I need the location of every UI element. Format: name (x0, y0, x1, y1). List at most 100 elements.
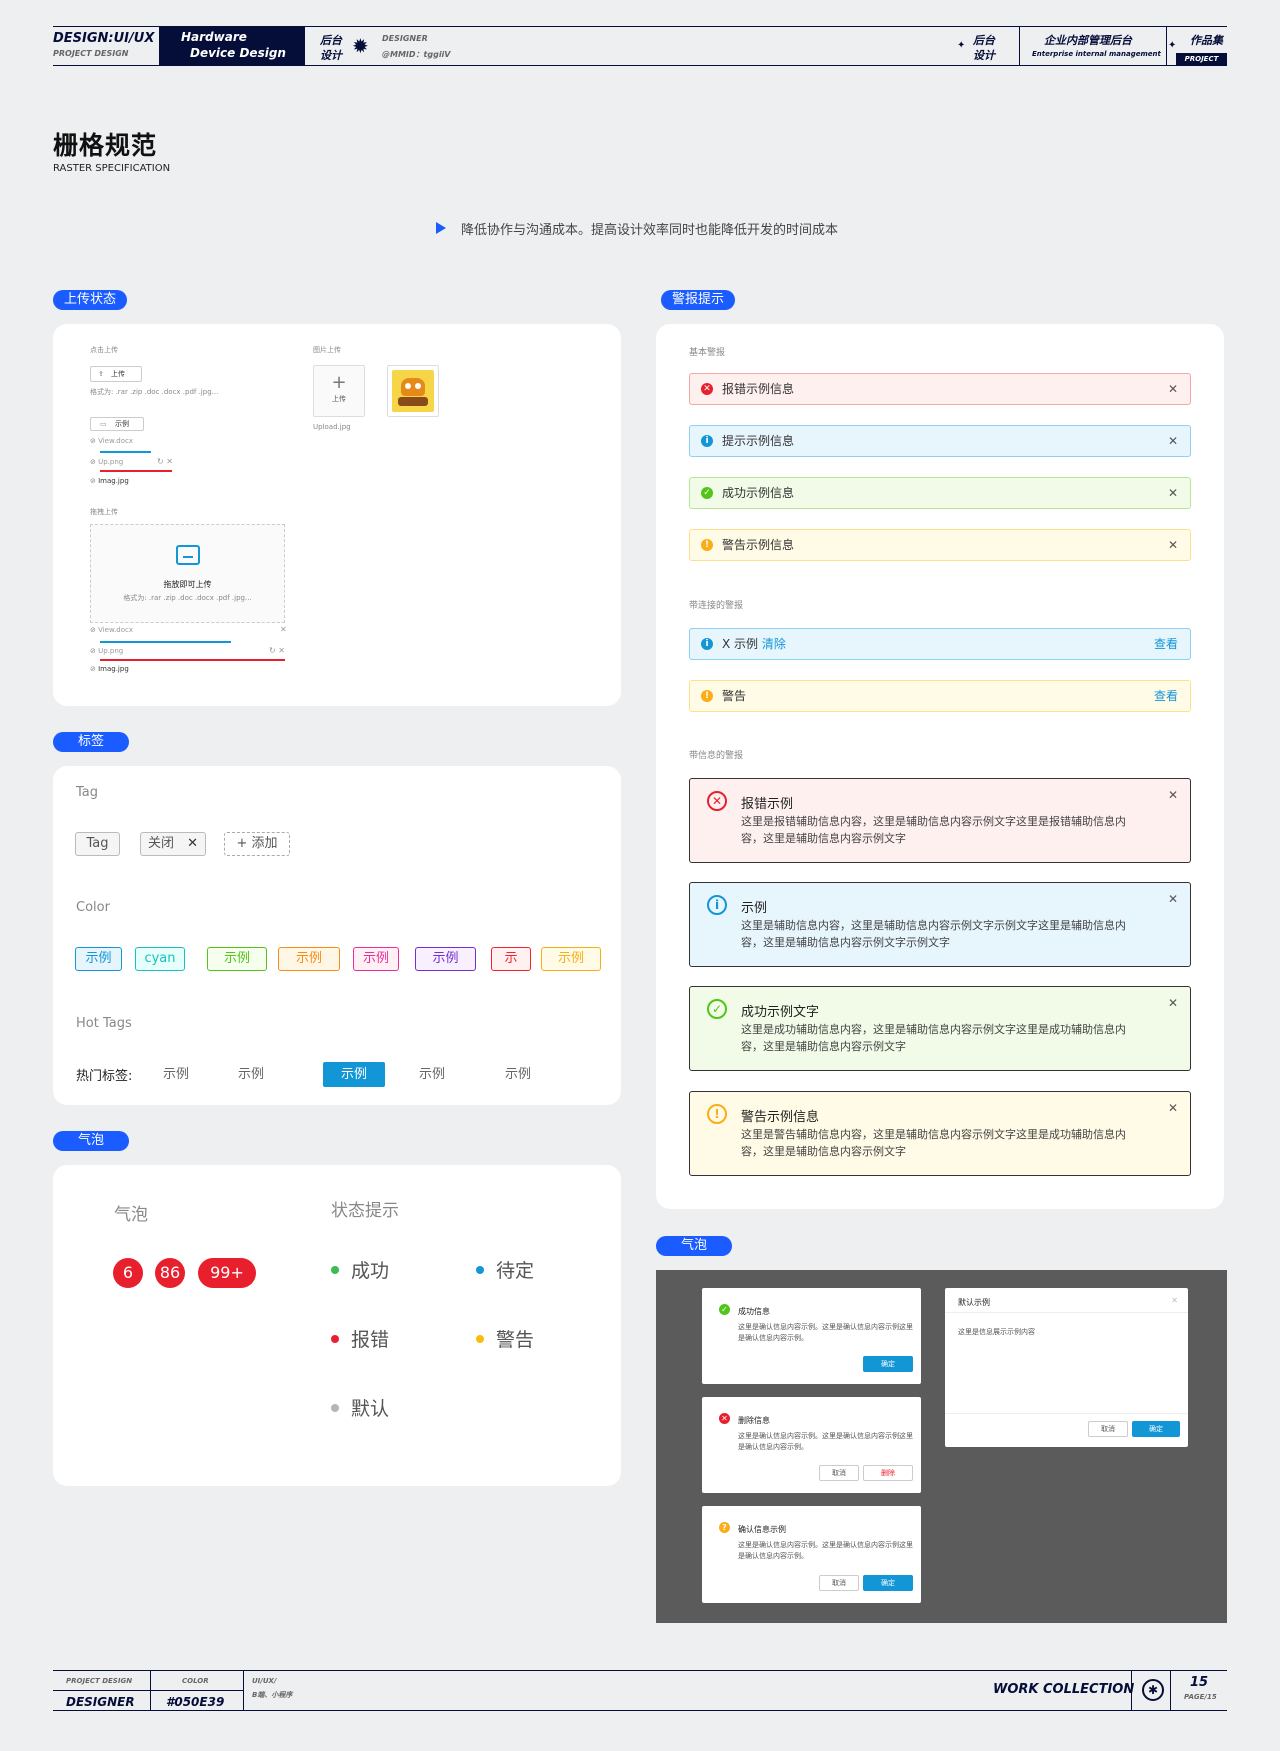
cancel-button[interactable]: 取消 (819, 1575, 859, 1591)
footer-uiux: UI/UX/ (252, 1677, 277, 1685)
close-icon[interactable]: ✕ (1168, 478, 1178, 508)
hot-tag[interactable]: 示例 (154, 1062, 198, 1087)
file-progress (100, 641, 231, 643)
hot-tag[interactable]: 示例 (323, 1062, 385, 1087)
check-circle-icon: ✓ (707, 999, 727, 1019)
hot-tag[interactable]: 示例 (410, 1062, 454, 1087)
file-name: Imag.jpg (98, 477, 129, 485)
color-tag[interactable]: 示例 (278, 947, 340, 971)
retry-icon[interactable]: ↻ ✕ (269, 646, 285, 655)
color-tag[interactable]: 示例 (75, 947, 122, 971)
hot-tags-label: 热门标签: (76, 1069, 133, 1084)
file-item[interactable]: ⊘ Up.png (90, 458, 123, 466)
sparkle-icon: ✦ (957, 40, 966, 51)
color-tag[interactable]: 示例 (207, 947, 267, 971)
ok-button[interactable]: 确定 (863, 1575, 913, 1591)
basic-tag[interactable]: Tag (75, 832, 120, 856)
hot-tag[interactable]: 示例 (229, 1062, 273, 1087)
status-label: 成功 (351, 1260, 390, 1282)
logo-icon: ✱ (1142, 1679, 1164, 1701)
bubble-card: 气泡 6 86 99+ 状态提示 成功 待定 报错 警告 默认 (53, 1165, 621, 1486)
color-tag[interactable]: cyan (135, 947, 185, 971)
file-icon: ▭ (100, 420, 107, 428)
file-item[interactable]: ⊘ Imag.jpg (90, 665, 129, 673)
file-item[interactable]: ⊘ Up.png (90, 647, 123, 655)
warning-icon: ! (701, 539, 713, 551)
tag-heading: Tag (76, 785, 99, 800)
close-icon[interactable]: ✕ (280, 625, 287, 634)
status-dot (476, 1266, 484, 1274)
dialog-title: 确认信息示例 (738, 1525, 786, 1534)
count-badge: 86 (155, 1258, 185, 1288)
drag-format-hint: 格式为: .rar .zip .doc .docx .pdf .jpg... (123, 594, 252, 602)
close-icon[interactable]: ✕ (1168, 996, 1178, 1010)
delete-button[interactable]: 删除 (863, 1465, 913, 1481)
bubble-section-label: 气泡 (53, 1131, 130, 1151)
close-icon[interactable]: ✕ (1168, 530, 1178, 560)
ok-button[interactable]: 确定 (1132, 1421, 1180, 1437)
page-title: 栅格规范 (53, 131, 158, 160)
basic-alerts-label: 基本警报 (689, 348, 726, 358)
hot-tag[interactable]: 示例 (496, 1062, 540, 1087)
image-upload-label: 图片上传 (313, 346, 341, 354)
page-subtitle: RASTER SPECIFICATION (53, 163, 171, 174)
count-badge: 99+ (198, 1258, 256, 1288)
color-heading: Color (76, 900, 110, 915)
status-heading: 状态提示 (331, 1201, 399, 1221)
close-icon[interactable]: ✕ (1168, 788, 1178, 802)
close-icon[interactable]: ✕ (1171, 1296, 1178, 1305)
hardware-line1: Hardware (181, 30, 247, 44)
cancel-button[interactable]: 取消 (819, 1465, 859, 1481)
desc-alert-title: 成功示例文字 (741, 1005, 820, 1020)
desc-alert-title: 报错示例 (741, 797, 794, 812)
desc-alert-body: 这里是报错辅助信息内容，这里是辅助信息内容示例文字这里是报错辅助信息内容，这里是… (741, 815, 1126, 845)
default-dialog: 默认示例 ✕ 这里是信息展示示例内容 取消 确定 (945, 1288, 1188, 1447)
click-upload-label: 点击上传 (90, 346, 118, 354)
clear-link[interactable]: 清除 (762, 637, 786, 651)
retry-icon[interactable]: ↻ ✕ (157, 457, 173, 466)
close-icon[interactable]: ✕ (1168, 374, 1178, 404)
check-icon: ✓ (719, 1304, 730, 1315)
company-title: 企业内部管理后台 (1044, 34, 1132, 47)
close-icon[interactable]: ✕ (1168, 1101, 1178, 1115)
file-error-bar (100, 659, 285, 661)
color-tag[interactable]: 示例 (541, 947, 601, 971)
image-thumbnail[interactable] (387, 365, 439, 417)
image-upload-box[interactable]: + 上传 (313, 365, 365, 417)
file-item[interactable]: ⊘ View.docx (90, 437, 133, 445)
upload-button[interactable]: ⇪ 上传 (90, 366, 142, 382)
desc-alerts-label: 带信息的警报 (689, 751, 744, 761)
view-link[interactable]: 查看 (1154, 681, 1178, 711)
example-button[interactable]: ▭ 示例 (90, 417, 144, 431)
close-icon[interactable]: ✕ (1168, 426, 1178, 456)
drag-upload-zone[interactable]: 拖放即可上传 格式为: .rar .zip .doc .docx .pdf .j… (90, 524, 285, 623)
alert-error: ✕ 报错示例信息 ✕ (689, 373, 1191, 405)
image-filename: Upload.jpg (313, 423, 351, 431)
desc-alert-success: ✓ 成功示例文字 这里是成功辅助信息内容，这里是辅助信息内容示例文字这里是成功辅… (689, 986, 1191, 1071)
cancel-button[interactable]: 取消 (1088, 1421, 1128, 1437)
file-name: Imag.jpg (98, 665, 129, 673)
color-tag[interactable]: 示 (491, 947, 531, 971)
plus-icon: + (236, 836, 252, 851)
close-icon[interactable]: ✕ (187, 833, 198, 855)
status-dot (476, 1335, 484, 1343)
clip-icon: ⊘ (90, 626, 99, 634)
desc-alert-title: 警告示例信息 (741, 1110, 820, 1125)
add-tag-button[interactable]: + 添加 (224, 832, 290, 856)
dialog-body: 这里是确认信息内容示例。这里是确认信息内容示例这里是确认信息内容示例。 (738, 1541, 913, 1560)
closable-tag[interactable]: 关闭 ✕ (140, 832, 206, 856)
desc-alert-title: 示例 (741, 901, 768, 916)
file-item[interactable]: ⊘ View.docx (90, 626, 133, 634)
closable-tag-label: 关闭 (148, 836, 175, 851)
view-link[interactable]: 查看 (1154, 629, 1178, 659)
upload-section-label: 上传状态 (53, 290, 128, 310)
file-item[interactable]: ⊘ Imag.jpg (90, 477, 129, 485)
color-tag[interactable]: 示例 (415, 947, 476, 971)
close-icon[interactable]: ✕ (1168, 892, 1178, 906)
ok-button[interactable]: 确定 (863, 1356, 913, 1372)
status-dot (331, 1335, 339, 1343)
hardware-block: Hardware Device Design (159, 27, 305, 65)
desc-alert-body: 这里是警告辅助信息内容，这里是辅助信息内容示例文字这里是成功辅助信息内容，这里是… (741, 1128, 1126, 1158)
status-label: 警告 (496, 1329, 535, 1351)
color-tag[interactable]: 示例 (353, 947, 399, 971)
